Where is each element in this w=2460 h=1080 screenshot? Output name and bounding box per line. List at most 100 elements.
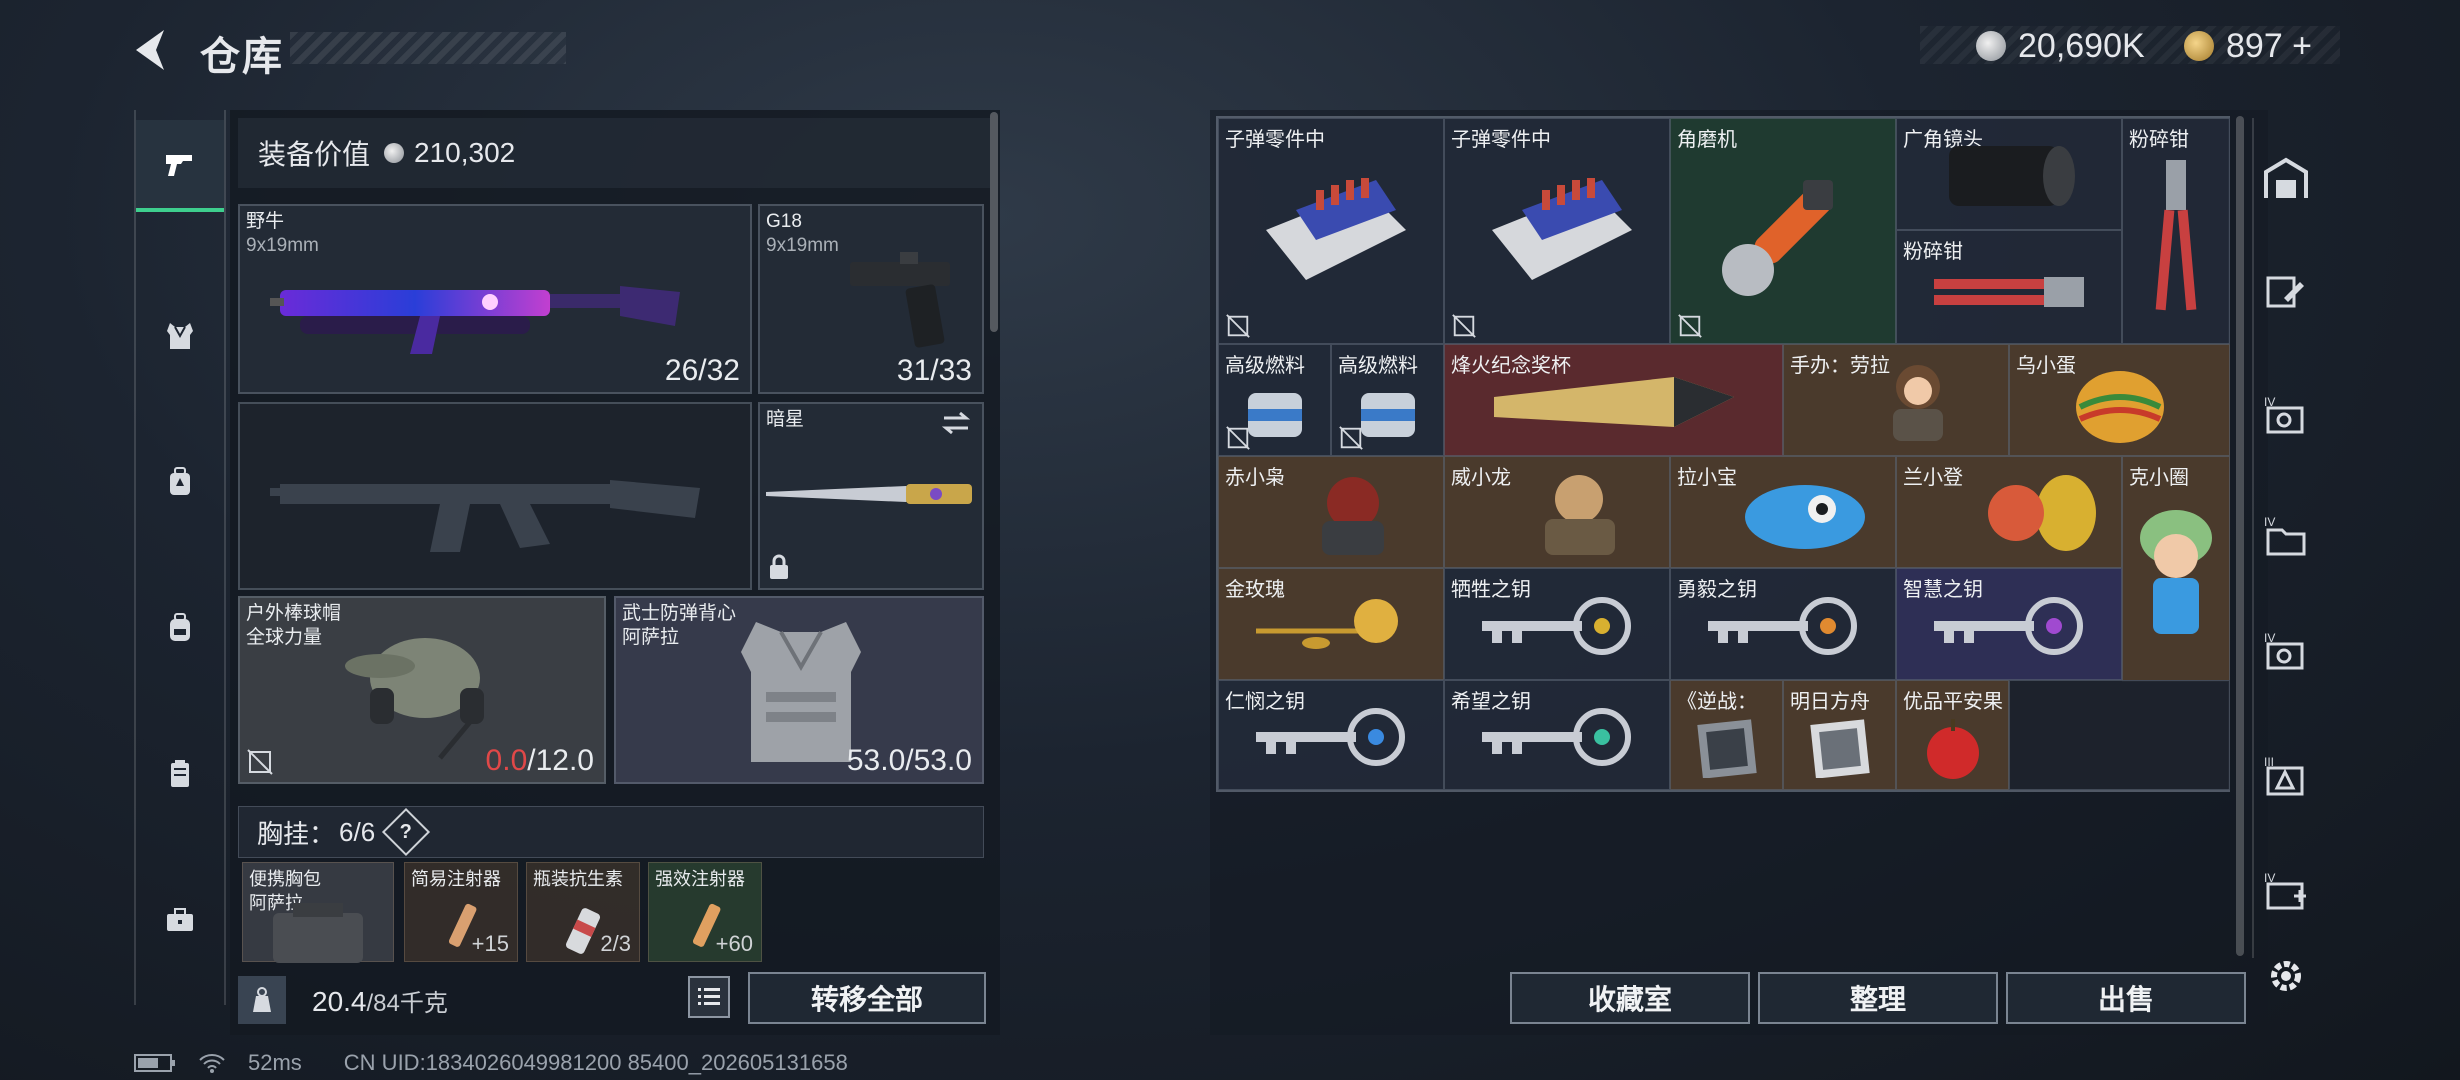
secondary-ammo-count: 31/33 <box>896 354 972 387</box>
tab-stash-iv-2[interactable]: IV <box>2260 510 2312 562</box>
helmet-brand: 全球力量 <box>246 627 323 648</box>
stash-item[interactable]: 烽火纪念奖杯 <box>1444 344 1783 456</box>
stash-item[interactable]: 克小圈 <box>2122 456 2230 682</box>
no-trade-icon <box>1226 314 1250 338</box>
tab-stash-all[interactable] <box>2260 152 2312 204</box>
figurine-icon <box>2140 510 2212 635</box>
tab-stash-iv-3[interactable]: IV <box>2260 626 2312 678</box>
primary-weapon-slot[interactable]: 野牛 9x19mm 26/32 <box>238 204 752 394</box>
nav-chest-rig[interactable] <box>136 290 224 382</box>
chest-rig-header: 胸挂： 6 /6 ? <box>238 806 984 858</box>
ammo-parts-icon <box>1492 178 1632 281</box>
stash-item[interactable]: 粉碎钳 <box>2122 118 2230 344</box>
chest-slot-1[interactable]: 简易注射器 +15 <box>404 862 518 962</box>
stash-item[interactable]: 兰小登 <box>1896 456 2122 568</box>
stash-item[interactable]: 希望之钥 <box>1444 680 1670 790</box>
help-button[interactable]: ? <box>382 807 431 857</box>
loadout-scrollbar[interactable] <box>990 112 998 332</box>
melee-slot[interactable]: 暗星 <box>758 402 984 590</box>
list-icon <box>698 988 720 1005</box>
item-name: 兰小登 <box>1903 467 1963 489</box>
list-view-button[interactable] <box>688 976 730 1018</box>
stash-item[interactable]: 牺牲之钥 <box>1444 568 1670 680</box>
bizon-smg-icon <box>270 286 680 354</box>
stash-item[interactable]: 高级燃料 <box>1331 344 1444 456</box>
nav-armor[interactable] <box>136 436 224 528</box>
back-arrow-icon[interactable] <box>130 26 178 74</box>
silver-coin-icon <box>1976 31 2006 61</box>
swap-icon[interactable] <box>940 410 972 436</box>
chest-slot-3[interactable]: 强效注射器 +60 <box>648 862 762 962</box>
armor-slot[interactable]: 武士防弹背心 阿萨拉 53.0/53.0 <box>614 596 984 784</box>
figurine-icon <box>1893 365 1944 442</box>
sell-button[interactable]: 出售 <box>2006 972 2246 1024</box>
chest-item-name: 瓶装抗生素 <box>533 869 623 889</box>
apple-icon <box>1926 718 1979 779</box>
nav-case[interactable] <box>136 728 224 820</box>
stash-item[interactable]: 乌小蛋 <box>2009 344 2230 456</box>
status-bar: 52ms CN UID:1834026049981200 85400_20260… <box>134 1050 848 1076</box>
no-trade-icon <box>247 749 273 775</box>
battery-icon <box>134 1054 175 1072</box>
chest-slot-rig[interactable]: 便携胸包 阿萨拉 <box>242 862 394 963</box>
item-name: 明日方舟 <box>1790 691 1870 713</box>
stash-item[interactable]: 拉小宝 <box>1670 456 1896 568</box>
secondary-weapon-slot[interactable]: G18 9x19mm 31/33 <box>758 204 984 394</box>
empty-cell[interactable] <box>2009 680 2230 790</box>
backpack-armor-icon <box>170 467 190 495</box>
key-icon <box>1934 597 2083 656</box>
pistol-icon <box>166 155 192 176</box>
tab-stash-iii[interactable]: III <box>2260 750 2312 802</box>
tab-stash-iv-1[interactable]: IV <box>2260 390 2312 442</box>
gear-icon <box>2271 961 2301 991</box>
tab-stash-tools[interactable] <box>2260 266 2312 318</box>
stash-item[interactable]: 广角镜头 <box>1896 118 2122 230</box>
no-trade-icon <box>1452 314 1476 338</box>
stash-item[interactable]: 仁悯之钥 <box>1218 680 1444 790</box>
stash-item[interactable]: 粉碎钳 <box>1896 230 2122 344</box>
stash-item[interactable]: 角磨机 <box>1670 118 1896 344</box>
stash-item[interactable]: 子弹零件中 <box>1444 118 1670 344</box>
stash-scrollbar[interactable] <box>2236 116 2244 956</box>
empty-weapon-slot[interactable] <box>238 402 752 590</box>
item-name: 威小龙 <box>1451 467 1511 489</box>
chest-item-badge: 2/3 <box>600 931 631 956</box>
figurine-icon <box>1988 475 2097 552</box>
collection-room-button[interactable]: 收藏室 <box>1510 972 1750 1024</box>
settings-button[interactable] <box>2260 950 2312 1002</box>
nav-weapons[interactable] <box>136 120 224 212</box>
equipment-value-label: 装备价值 <box>258 139 371 170</box>
camera-search-icon: IV <box>2264 395 2304 434</box>
gold-currency[interactable]: 897 + <box>2184 24 2312 68</box>
stash-item[interactable]: 高级燃料 <box>1218 344 1331 456</box>
item-name: 赤小枭 <box>1225 467 1285 489</box>
antibiotic-bottle-icon <box>565 908 601 954</box>
case-icon <box>171 760 189 787</box>
stash-grid: 子弹零件中 子弹零件中 角磨机 广角镜头 粉碎钳 粉碎钳 高级燃料 高级燃料 烽… <box>1216 116 2230 792</box>
chest-slot-2[interactable]: 瓶装抗生素 2/3 <box>526 862 640 962</box>
chest-item-name: 强效注射器 <box>655 869 745 889</box>
tab-stash-add[interactable]: IV <box>2260 866 2312 918</box>
helmet-slot[interactable]: 户外棒球帽 全球力量 0.0/12.0 <box>238 596 606 784</box>
stash-item[interactable]: 子弹零件中 <box>1218 118 1444 344</box>
primary-ammo-count: 26/32 <box>664 354 740 387</box>
organize-button[interactable]: 整理 <box>1758 972 1998 1024</box>
stash-item[interactable]: 智慧之钥 <box>1896 568 2122 680</box>
primary-weapon-name: 野牛 <box>246 211 285 232</box>
chest-bag-icon <box>273 903 363 963</box>
stash-item[interactable]: 赤小枭 <box>1218 456 1444 568</box>
stash-item[interactable]: 威小龙 <box>1444 456 1670 568</box>
weight-icon <box>238 976 286 1024</box>
transfer-all-button[interactable]: 转移全部 <box>748 972 986 1024</box>
no-trade-icon <box>1339 426 1363 450</box>
chest-rig-total: /6 <box>353 816 376 847</box>
item-name: 《逆战： <box>1677 691 1757 713</box>
stash-item[interactable]: 优品平安果 <box>1896 680 2009 790</box>
nav-toolbox[interactable] <box>136 874 224 966</box>
stash-item[interactable]: 金玫瑰 <box>1218 568 1444 680</box>
stash-item[interactable]: 《逆战： <box>1670 680 1783 790</box>
nav-backpack[interactable] <box>136 582 224 674</box>
stash-item[interactable]: 勇毅之钥 <box>1670 568 1896 680</box>
stash-item[interactable]: 手办：劳拉 <box>1783 344 2009 456</box>
stash-item[interactable]: 明日方舟 <box>1783 680 1896 790</box>
